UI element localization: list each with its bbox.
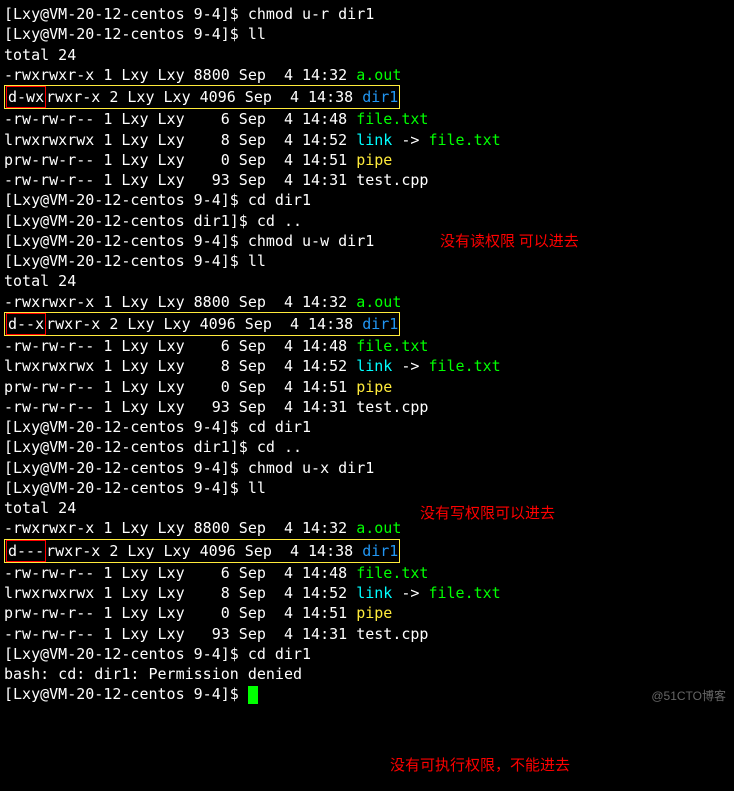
- perm-highlight: d---: [6, 540, 46, 562]
- file-row: prw-rw-r-- 1 Lxy Lxy 0 Sep 4 14:51 pipe: [4, 603, 730, 623]
- total-line: total 24: [4, 45, 730, 65]
- terminal-line: [Lxy@VM-20-12-centos 9-4]$ chmod u-x dir…: [4, 458, 730, 478]
- file-row: prw-rw-r-- 1 Lxy Lxy 0 Sep 4 14:51 pipe: [4, 377, 730, 397]
- file-row: -rwxrwxr-x 1 Lxy Lxy 8800 Sep 4 14:32 a.…: [4, 65, 730, 85]
- file-row: lrwxrwxrwx 1 Lxy Lxy 8 Sep 4 14:52 link …: [4, 356, 730, 376]
- command: cd ..: [257, 212, 302, 230]
- file-row: -rwxrwxr-x 1 Lxy Lxy 8800 Sep 4 14:32 a.…: [4, 518, 730, 538]
- file-row: d-wxrwxr-x 2 Lxy Lxy 4096 Sep 4 14:38 di…: [4, 85, 730, 109]
- watermark: @51CTO博客: [651, 688, 726, 704]
- file-row: d---rwxr-x 2 Lxy Lxy 4096 Sep 4 14:38 di…: [4, 539, 730, 563]
- file-row: lrwxrwxrwx 1 Lxy Lxy 8 Sep 4 14:52 link …: [4, 583, 730, 603]
- pipename: pipe: [356, 151, 392, 169]
- terminal-line: [Lxy@VM-20-12-centos 9-4]$ ll: [4, 478, 730, 498]
- file-row: -rw-rw-r-- 1 Lxy Lxy 93 Sep 4 14:31 test…: [4, 624, 730, 644]
- pipename: pipe: [356, 378, 392, 396]
- terminal-line: [Lxy@VM-20-12-centos 9-4]$ chmod u-r dir…: [4, 4, 730, 24]
- annotation-no-read: 没有读权限 可以进去: [440, 232, 579, 252]
- command: chmod u-r dir1: [248, 5, 374, 23]
- linkname: link: [356, 584, 392, 602]
- linkname: link: [356, 131, 392, 149]
- filename-file: file.txt: [356, 564, 428, 582]
- filename-file: file.txt: [356, 337, 428, 355]
- filename-aout: a.out: [356, 66, 401, 84]
- command: ll: [248, 252, 266, 270]
- command: cd dir1: [248, 418, 311, 436]
- filename-test: test.cpp: [356, 625, 428, 643]
- command: ll: [248, 25, 266, 43]
- filename-aout: a.out: [356, 293, 401, 311]
- filename-test: test.cpp: [356, 171, 428, 189]
- dirname-dir1: dir1: [362, 315, 398, 333]
- total-line: total 24: [4, 498, 730, 518]
- command: chmod u-x dir1: [248, 459, 374, 477]
- file-row: -rw-rw-r-- 1 Lxy Lxy 93 Sep 4 14:31 test…: [4, 397, 730, 417]
- dirname-dir1: dir1: [362, 88, 398, 106]
- perm-highlight: d--x: [6, 313, 46, 335]
- command: chmod u-w dir1: [248, 232, 374, 250]
- terminal-line: [Lxy@VM-20-12-centos 9-4]$ ll: [4, 24, 730, 44]
- error-line: bash: cd: dir1: Permission denied: [4, 664, 730, 684]
- pipename: pipe: [356, 604, 392, 622]
- command: cd dir1: [248, 191, 311, 209]
- perm-highlight: d-wx: [6, 86, 46, 108]
- file-row: d--xrwxr-x 2 Lxy Lxy 4096 Sep 4 14:38 di…: [4, 312, 730, 336]
- command: cd dir1: [248, 645, 311, 663]
- terminal-line: [Lxy@VM-20-12-centos 9-4]$: [4, 684, 730, 704]
- total-line: total 24: [4, 271, 730, 291]
- annotation-no-write: 没有写权限可以进去: [420, 504, 555, 524]
- file-row: prw-rw-r-- 1 Lxy Lxy 0 Sep 4 14:51 pipe: [4, 150, 730, 170]
- terminal-line: [Lxy@VM-20-12-centos 9-4]$ ll: [4, 251, 730, 271]
- annotation-no-exec: 没有可执行权限，不能进去: [390, 756, 570, 776]
- terminal-line: [Lxy@VM-20-12-centos dir1]$ cd ..: [4, 437, 730, 457]
- file-row: -rw-rw-r-- 1 Lxy Lxy 6 Sep 4 14:48 file.…: [4, 336, 730, 356]
- file-row: -rw-rw-r-- 1 Lxy Lxy 6 Sep 4 14:48 file.…: [4, 563, 730, 583]
- terminal-line: [Lxy@VM-20-12-centos 9-4]$ chmod u-w dir…: [4, 231, 730, 251]
- terminal-line: [Lxy@VM-20-12-centos 9-4]$ cd dir1: [4, 190, 730, 210]
- dirname-dir1: dir1: [362, 542, 398, 560]
- command: ll: [248, 479, 266, 497]
- terminal-line: [Lxy@VM-20-12-centos dir1]$ cd ..: [4, 211, 730, 231]
- filename-aout: a.out: [356, 519, 401, 537]
- cursor-icon[interactable]: [248, 686, 258, 704]
- terminal-line: [Lxy@VM-20-12-centos 9-4]$ cd dir1: [4, 417, 730, 437]
- file-row: -rwxrwxr-x 1 Lxy Lxy 8800 Sep 4 14:32 a.…: [4, 292, 730, 312]
- file-row: -rw-rw-r-- 1 Lxy Lxy 93 Sep 4 14:31 test…: [4, 170, 730, 190]
- command: cd ..: [257, 438, 302, 456]
- filename-file: file.txt: [356, 110, 428, 128]
- terminal-line: [Lxy@VM-20-12-centos 9-4]$ cd dir1: [4, 644, 730, 664]
- linkname: link: [356, 357, 392, 375]
- filename-test: test.cpp: [356, 398, 428, 416]
- file-row: -rw-rw-r-- 1 Lxy Lxy 6 Sep 4 14:48 file.…: [4, 109, 730, 129]
- file-row: lrwxrwxrwx 1 Lxy Lxy 8 Sep 4 14:52 link …: [4, 130, 730, 150]
